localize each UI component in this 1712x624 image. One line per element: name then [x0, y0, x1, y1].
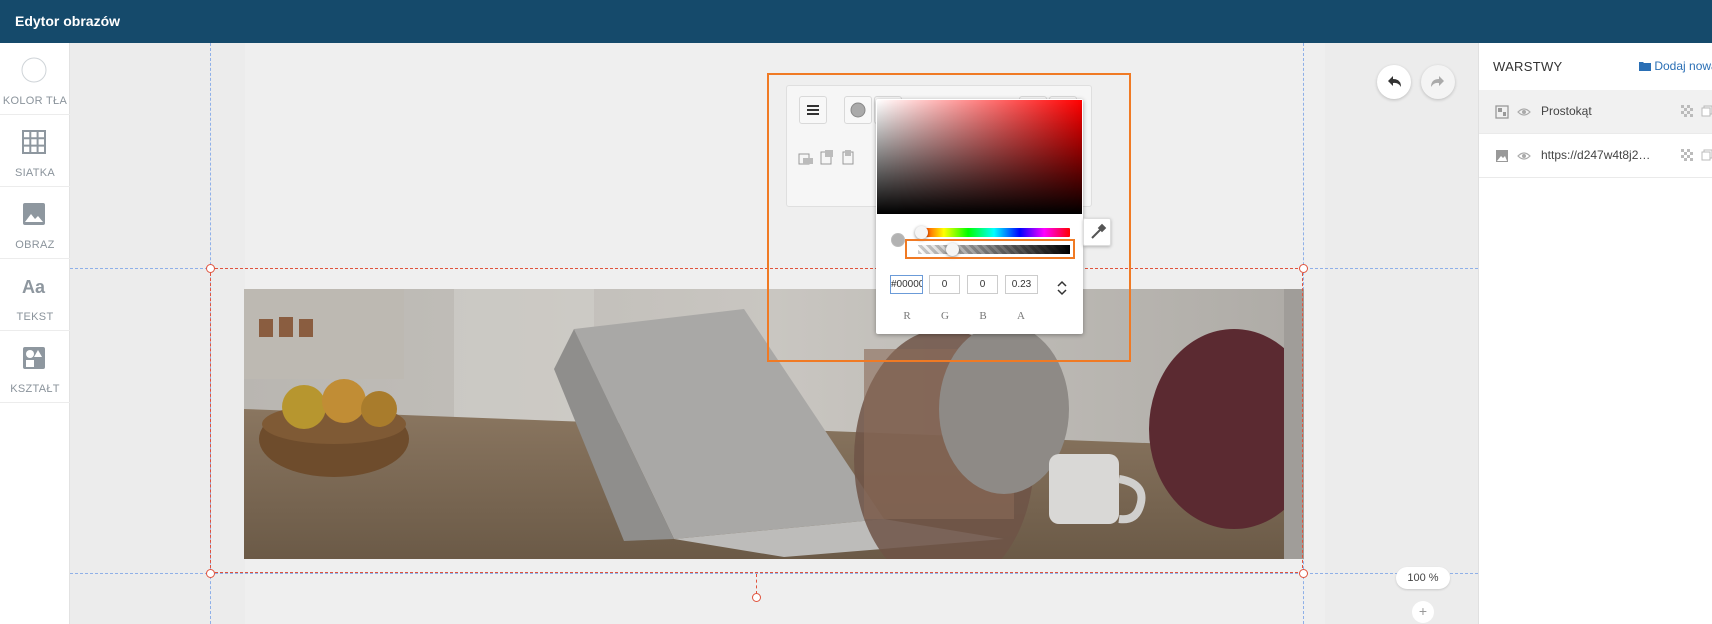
svg-text:Aa: Aa [22, 277, 46, 297]
add-layer-button[interactable]: Dodaj nową [1639, 59, 1712, 73]
guide-line-horizontal [70, 573, 1478, 574]
undo-button[interactable] [1377, 65, 1411, 99]
layer-item[interactable]: https://d247w4t8j237mt.... [1479, 134, 1712, 178]
image-icon [23, 203, 45, 225]
transparency-icon[interactable] [1681, 105, 1693, 117]
shapes-icon [23, 347, 45, 369]
tool-shape[interactable]: KSZTAŁT [0, 331, 70, 403]
color-picker: R G B A [876, 99, 1083, 334]
zoom-level[interactable]: 100 % [1396, 567, 1450, 589]
green-input[interactable] [967, 275, 998, 294]
tool-sidebar: KOLOR TŁA SIATKA OBRAZ Aa TEKST KSZTAŁT [0, 43, 70, 624]
eyedropper-icon [1091, 223, 1107, 239]
tool-text[interactable]: Aa TEKST [0, 259, 70, 331]
layers-title: WARSTWY [1493, 59, 1563, 74]
format-toggle-icon[interactable] [1056, 279, 1068, 297]
duplicate-icon[interactable] [1701, 149, 1712, 161]
label-g: G [941, 310, 949, 322]
rotate-handle[interactable] [752, 593, 761, 602]
tool-label: KOLOR TŁA [2, 95, 68, 107]
undo-icon [1388, 76, 1401, 87]
app-title: Edytor obrazów [15, 13, 121, 29]
selection-frame[interactable] [210, 268, 1303, 573]
hex-input[interactable] [890, 275, 923, 294]
tool-grid[interactable]: SIATKA [0, 115, 70, 187]
layer-name: Prostokąt [1541, 104, 1592, 118]
hue-slider[interactable] [918, 228, 1070, 237]
highlight-alpha-slider [905, 239, 1075, 259]
tool-label: SIATKA [14, 167, 56, 179]
duplicate-icon[interactable] [1701, 105, 1712, 117]
resize-handle-bottom-right[interactable] [1299, 569, 1308, 578]
tool-background-color[interactable]: KOLOR TŁA [0, 43, 70, 115]
layer-name: https://d247w4t8j237mt.... [1541, 148, 1653, 162]
hue-slider-thumb[interactable] [914, 226, 928, 239]
layers-panel: WARSTWY Dodaj nową Prostokąt https://d24… [1478, 43, 1712, 624]
resize-handle-top-left[interactable] [206, 264, 215, 273]
grid-icon [22, 130, 46, 154]
alpha-input[interactable] [1005, 275, 1038, 294]
tool-label: KSZTAŁT [10, 383, 60, 395]
layer-item[interactable]: Prostokąt [1479, 90, 1712, 134]
tool-label: TEKST [16, 311, 54, 323]
current-color-preview [891, 233, 905, 247]
transparency-icon[interactable] [1681, 149, 1693, 161]
redo-button[interactable] [1421, 65, 1455, 99]
saturation-area[interactable] [877, 100, 1082, 214]
folder-icon [1639, 62, 1651, 71]
tool-label: OBRAZ [15, 239, 55, 251]
label-b: B [979, 310, 987, 322]
image-layer-icon [1496, 150, 1508, 162]
circle-icon [21, 57, 47, 83]
shape-layer-icon [1495, 105, 1509, 119]
app-header: Edytor obrazów [0, 0, 1712, 43]
eye-icon[interactable] [1517, 150, 1531, 162]
red-input[interactable] [929, 275, 960, 294]
resize-handle-bottom-left[interactable] [206, 569, 215, 578]
redo-icon [1431, 76, 1444, 87]
label-r: R [903, 310, 911, 322]
eyedropper-button[interactable] [1083, 218, 1111, 246]
eye-icon[interactable] [1517, 106, 1531, 118]
zoom-in-button[interactable]: + [1412, 601, 1434, 623]
resize-handle-top-right[interactable] [1299, 264, 1308, 273]
label-a: A [1017, 310, 1025, 322]
rotate-handle-stem [756, 574, 757, 594]
add-layer-label: Dodaj nową [1654, 59, 1712, 73]
text-icon: Aa [22, 277, 46, 297]
tool-image[interactable]: OBRAZ [0, 187, 70, 259]
